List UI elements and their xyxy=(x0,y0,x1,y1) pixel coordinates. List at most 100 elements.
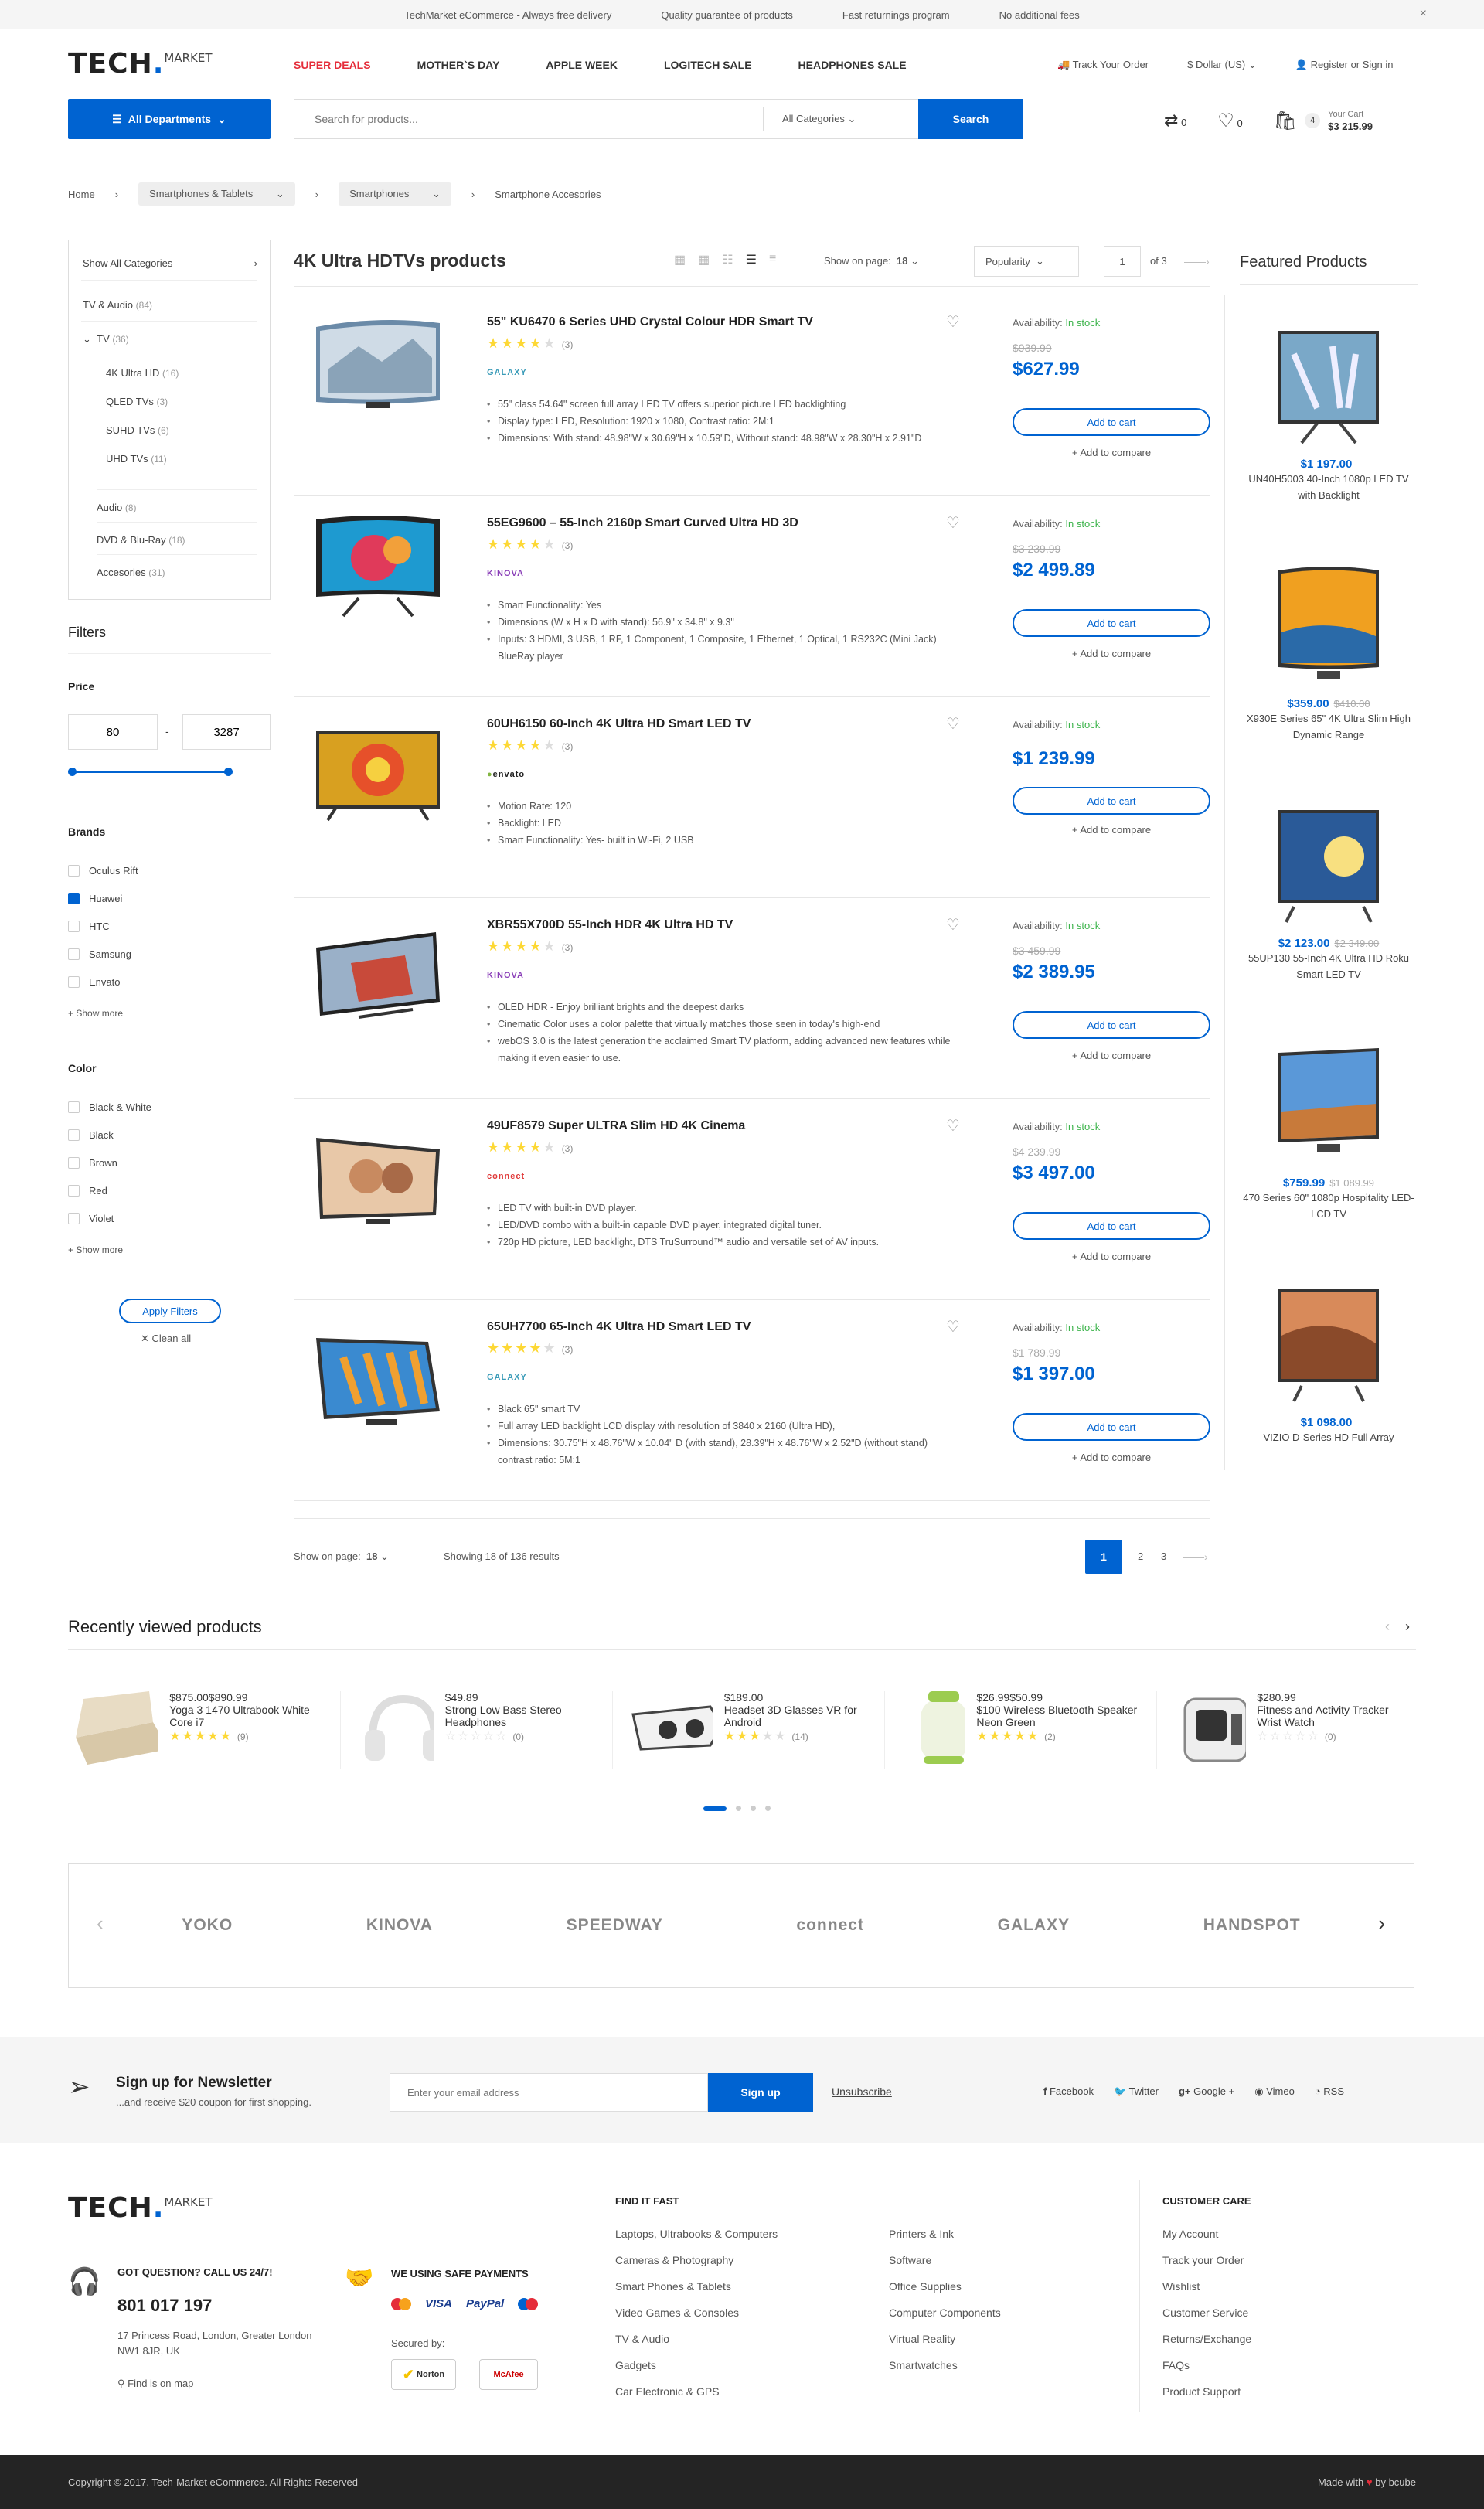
newsletter-signup-button[interactable]: Sign up xyxy=(708,2073,813,2112)
add-to-compare-link[interactable]: + Add to compare xyxy=(1013,824,1210,836)
nav-headphones-sale[interactable]: HEADPHONES SALE xyxy=(798,59,907,71)
crumb-smartphones[interactable]: Smartphones ⌄ xyxy=(339,182,451,206)
apply-filters-button[interactable]: Apply Filters xyxy=(119,1299,221,1323)
brand-logo-yoko[interactable]: YOKO xyxy=(182,1916,233,1935)
recent-item[interactable]: $280.99 Fitness and Activity Tracker Wris… xyxy=(1156,1691,1416,1769)
per-page-select-bottom[interactable]: Show on page: 18 ⌄ xyxy=(294,1551,389,1563)
next-page-arrow-icon[interactable]: ——› xyxy=(1183,1551,1208,1563)
cat-tv-audio[interactable]: TV & Audio (84) xyxy=(83,299,152,311)
wishlist-heart-icon[interactable]: ♡ xyxy=(946,915,960,934)
price-min-input[interactable] xyxy=(68,714,158,750)
product-image[interactable] xyxy=(312,1130,444,1231)
nav-logitech-sale[interactable]: LOGITECH SALE xyxy=(664,59,752,71)
add-to-cart-button[interactable]: Add to cart xyxy=(1013,1011,1210,1039)
footer-link[interactable]: Car Electronic & GPS xyxy=(615,2385,778,2412)
brand-logo-handspot[interactable]: HANDSPOT xyxy=(1203,1916,1301,1935)
add-to-compare-link[interactable]: + Add to compare xyxy=(1013,447,1210,458)
track-order-link[interactable]: 🚚 Track Your Order xyxy=(1057,59,1149,71)
footer-link[interactable]: Track your Order xyxy=(1162,2254,1251,2280)
product-image[interactable] xyxy=(312,512,444,620)
brand-logo-speedway[interactable]: SPEEDWAY xyxy=(567,1916,663,1935)
product-image[interactable] xyxy=(312,1334,444,1430)
list-view-icon[interactable]: ☷ xyxy=(722,252,733,267)
wishlist-heart-icon[interactable]: ♡ xyxy=(946,1317,960,1336)
color-checkbox[interactable]: Black xyxy=(68,1121,151,1149)
footer-link[interactable]: My Account xyxy=(1162,2228,1251,2254)
search-category-select[interactable]: All Categories ⌄ xyxy=(764,113,918,125)
vimeo-link[interactable]: ◉ Vimeo xyxy=(1254,2085,1295,2098)
currency-select[interactable]: $ Dollar (US) ⌄ xyxy=(1187,59,1257,71)
rss-link[interactable]: ◔ RSS xyxy=(1315,2085,1344,2098)
site-logo[interactable]: TECH.MARKET xyxy=(68,48,213,80)
brands-prev-icon[interactable]: ‹ xyxy=(97,1912,104,1935)
cat-audio[interactable]: Audio (8) xyxy=(97,502,137,513)
page-number-input[interactable]: 1 xyxy=(1104,246,1141,277)
brand-checkbox[interactable]: Samsung xyxy=(68,940,138,968)
recent-item[interactable]: $189.00 Headset 3D Glasses VR for Android… xyxy=(612,1691,875,1769)
footer-link[interactable]: Wishlist xyxy=(1162,2280,1251,2306)
footer-link[interactable]: Product Support xyxy=(1162,2385,1251,2412)
crumb-home[interactable]: Home xyxy=(68,189,95,200)
product-title[interactable]: 55" KU6470 6 Series UHD Crystal Colour H… xyxy=(487,315,813,329)
product-title[interactable]: 65UH7700 65-Inch 4K Ultra HD Smart LED T… xyxy=(487,1320,751,1334)
carousel-dot[interactable] xyxy=(736,1806,741,1811)
close-icon[interactable]: × xyxy=(1420,7,1427,21)
footer-link[interactable]: Smart Phones & Tablets xyxy=(615,2280,778,2306)
wishlist-heart-icon[interactable]: ♡ xyxy=(946,513,960,533)
brand-checkbox[interactable]: Huawei xyxy=(68,884,138,912)
per-page-select[interactable]: Show on page: 18 ⌄ xyxy=(824,255,919,267)
brands-show-more[interactable]: + Show more xyxy=(68,1008,123,1019)
footer-link[interactable]: Gadgets xyxy=(615,2359,778,2385)
cart-link[interactable]: 🛍 4 Your Cart $3 215.99 xyxy=(1274,108,1373,133)
add-to-cart-button[interactable]: Add to cart xyxy=(1013,1413,1210,1441)
footer-link[interactable]: Video Games & Consoles xyxy=(615,2306,778,2333)
add-to-compare-link[interactable]: + Add to compare xyxy=(1013,1251,1210,1262)
product-title[interactable]: 60UH6150 60-Inch 4K Ultra HD Smart LED T… xyxy=(487,717,751,731)
product-image[interactable] xyxy=(312,315,444,416)
footer-link[interactable]: Laptops, Ultrabooks & Computers xyxy=(615,2228,778,2254)
add-to-compare-link[interactable]: + Add to compare xyxy=(1013,648,1210,659)
footer-link[interactable]: Cameras & Photography xyxy=(615,2254,778,2280)
brand-checkbox[interactable]: Envato xyxy=(68,968,138,996)
add-to-cart-button[interactable]: Add to cart xyxy=(1013,408,1210,436)
product-title[interactable]: 49UF8579 Super ULTRA Slim HD 4K Cinema xyxy=(487,1119,745,1133)
crumb-smartphones-tablets[interactable]: Smartphones & Tablets ⌄ xyxy=(138,182,295,206)
sort-select[interactable]: Popularity ⌄ xyxy=(974,246,1079,277)
brand-logo-kinova[interactable]: KINOVA xyxy=(366,1916,433,1935)
brand-checkbox[interactable]: Oculus Rift xyxy=(68,856,138,884)
google-plus-link[interactable]: g+ Google + xyxy=(1179,2085,1234,2098)
footer-link[interactable]: FAQs xyxy=(1162,2359,1251,2385)
clean-all-link[interactable]: ✕ Clean all xyxy=(141,1333,191,1345)
carousel-dot[interactable] xyxy=(765,1806,771,1811)
search-input[interactable] xyxy=(294,100,763,138)
twitter-link[interactable]: 🐦 Twitter xyxy=(1114,2085,1159,2098)
cat-suhd[interactable]: SUHD TVs (6) xyxy=(106,424,169,436)
featured-item[interactable]: $359.00 $410.00 X930E Series 65" 4K Ultra… xyxy=(1240,563,1418,743)
newsletter-email-input[interactable] xyxy=(390,2073,708,2112)
color-checkbox[interactable]: Violet xyxy=(68,1204,151,1232)
compare-link[interactable]: ⇄ 0 xyxy=(1164,111,1186,131)
footer-link[interactable]: Customer Service xyxy=(1162,2306,1251,2333)
featured-item[interactable]: $759.99 $1 089.99 470 Series 60" 1080p Ho… xyxy=(1240,1042,1418,1222)
cat-dvd[interactable]: DVD & Blu-Ray (18) xyxy=(97,534,186,546)
nav-mothers-day[interactable]: MOTHER`S DAY xyxy=(417,59,500,71)
price-max-input[interactable] xyxy=(182,714,271,750)
add-to-cart-button[interactable]: Add to cart xyxy=(1013,609,1210,637)
price-slider-max-handle[interactable] xyxy=(224,768,233,776)
grid-view-icon[interactable]: ▦ xyxy=(674,252,686,267)
featured-item[interactable]: $2 123.00 $2 349.00 55UP130 55-Inch 4K Ul… xyxy=(1240,802,1418,982)
wishlist-heart-icon[interactable]: ♡ xyxy=(946,312,960,332)
footer-link[interactable]: Virtual Reality xyxy=(889,2333,1001,2359)
footer-link[interactable]: Office Supplies xyxy=(889,2280,1001,2306)
nav-apple-week[interactable]: APPLE WEEK xyxy=(546,59,618,71)
footer-link[interactable]: Printers & Ink xyxy=(889,2228,1001,2254)
facebook-link[interactable]: f Facebook xyxy=(1043,2085,1094,2098)
footer-link[interactable]: Smartwatches xyxy=(889,2359,1001,2385)
featured-item[interactable]: $1 197.00 UN40H5003 40-Inch 1080p LED TV… xyxy=(1240,323,1418,503)
color-checkbox[interactable]: Black & White xyxy=(68,1093,151,1121)
account-link[interactable]: 👤 Register or Sign in xyxy=(1295,59,1394,71)
show-all-categories[interactable]: Show All Categories › xyxy=(69,240,270,269)
nav-super-deals[interactable]: SUPER DEALS xyxy=(294,59,371,71)
carousel-dot[interactable] xyxy=(751,1806,756,1811)
all-departments-button[interactable]: ☰ All Departments ⌄ xyxy=(68,99,271,139)
